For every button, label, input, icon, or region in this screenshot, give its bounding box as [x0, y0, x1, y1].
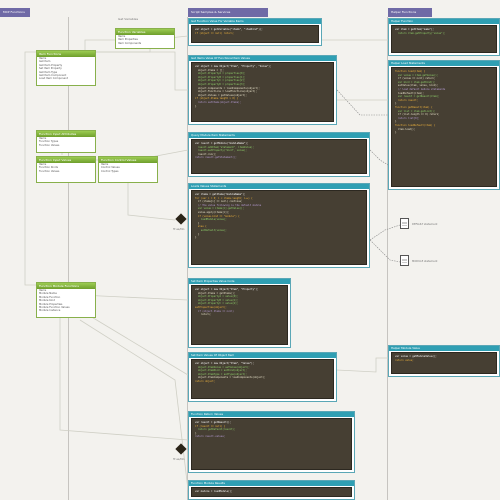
item-functions-box: Item Functions Items Get Item Get Item P… [36, 50, 96, 86]
code-section-helper-load: Helper Load Statements function load(item… [388, 60, 500, 190]
list-item: Control Types [101, 169, 119, 173]
code-section-loads-values: Loads Values Statements var items = getIt… [188, 183, 370, 268]
code-line: return result.values; [195, 435, 226, 439]
list-item: Function Values [39, 143, 60, 147]
list-item: Load Item Component [39, 77, 68, 81]
code-section-helper-module-value: Helper Module Value var value = getModule… [388, 345, 500, 377]
function-variables-box: Function Variables Items Item Properties… [115, 28, 175, 49]
document-label: DEFAULT statement [412, 223, 438, 226]
code-line: if (object == null) return; [195, 31, 234, 35]
code-line: var module = loadModule(); [195, 490, 233, 493]
code-section-function-return: Function Return Values var result = getRe… [188, 411, 355, 473]
document-icon [400, 255, 409, 266]
code-line: return result.getStatement(); [195, 156, 237, 160]
code-block: var object = new Object("Item", "Propert… [191, 62, 334, 122]
function-input-attributes-box: Function Input Attributes Items Function… [36, 130, 96, 153]
code-line: return; [195, 313, 211, 317]
document-label: MODULE statement [412, 260, 438, 263]
code-section-get-items-value: Get Items Value Of Functional Item Value… [188, 55, 337, 125]
code-block: var object = getVariable("itemA", "itemK… [191, 25, 319, 43]
code-block: var item = getItem("name"); return item.… [391, 25, 497, 53]
code-line: } [195, 104, 197, 108]
code-section-function-module-results: Function Module Results var module = load… [188, 480, 355, 500]
code-line: } [395, 131, 397, 135]
code-block: var module = loadModule(); [191, 487, 352, 497]
code-block: var result = getResult(); if (result == n… [191, 418, 352, 470]
section-title: Loads Values Statements [189, 184, 369, 189]
section-title: Helper Load Statements [389, 61, 499, 66]
code-line: } [195, 236, 197, 240]
code-block: var object = new Object("Item", "Propert… [191, 285, 288, 345]
decision-label: True/No [173, 227, 185, 231]
function-module-functions-box: Function Module Functions Items Module N… [36, 282, 96, 318]
section-title: Helper Module Value [389, 346, 499, 351]
code-line: return object; [195, 379, 216, 383]
list-item: Item Components [118, 41, 142, 45]
code-block: var object = new Object("Item", "Value")… [191, 359, 334, 399]
code-section-set-item-values: Set Item Values Of Object Item var object… [188, 352, 337, 402]
code-block: function load(item) { var value = item.g… [391, 67, 497, 187]
section-title: Get Function Value For Variable Items [189, 19, 321, 24]
document-icon [400, 218, 409, 229]
code-line: return value; [395, 358, 414, 362]
decision-label: True/No [173, 457, 185, 461]
section-title: Function Return Values [189, 412, 354, 417]
section-title: Query Module Item Statements [189, 133, 369, 138]
code-line: return item.getProperty("value"); [395, 31, 446, 35]
code-block: var value = getModuleValue(); return valu… [391, 352, 497, 374]
section-title: Get Items Value Of Functional Item Value… [189, 56, 336, 61]
section-title: Set Item Properties Value Code [189, 279, 290, 284]
section-title: Set Item Values Of Object Item [189, 353, 336, 358]
code-block: var items = getItems("moduleName"); for (… [191, 190, 367, 265]
code-section-helper-function: Helper Function var item = getItem("name"… [388, 18, 500, 56]
section-title: Helper Function [389, 19, 499, 24]
function-control-values-box: Function Control Values Items Control Va… [98, 156, 158, 183]
code-block: var result = getModule("moduleName"); re… [191, 139, 367, 174]
code-section-query-module: Query Module Item Statements var result =… [188, 132, 370, 177]
list-item: Module Instance [39, 309, 61, 313]
list-item: Function Values [39, 169, 60, 173]
variables-label: Get Variables [118, 17, 139, 21]
code-section-get-function-value: Get Function Value For Variable Items var… [188, 18, 322, 46]
section-title: Function Module Results [189, 481, 354, 486]
function-input-values-box: Function Input Values Items Function Kin… [36, 156, 96, 183]
code-section-set-item-properties: Set Item Properties Value Code var object… [188, 278, 291, 348]
